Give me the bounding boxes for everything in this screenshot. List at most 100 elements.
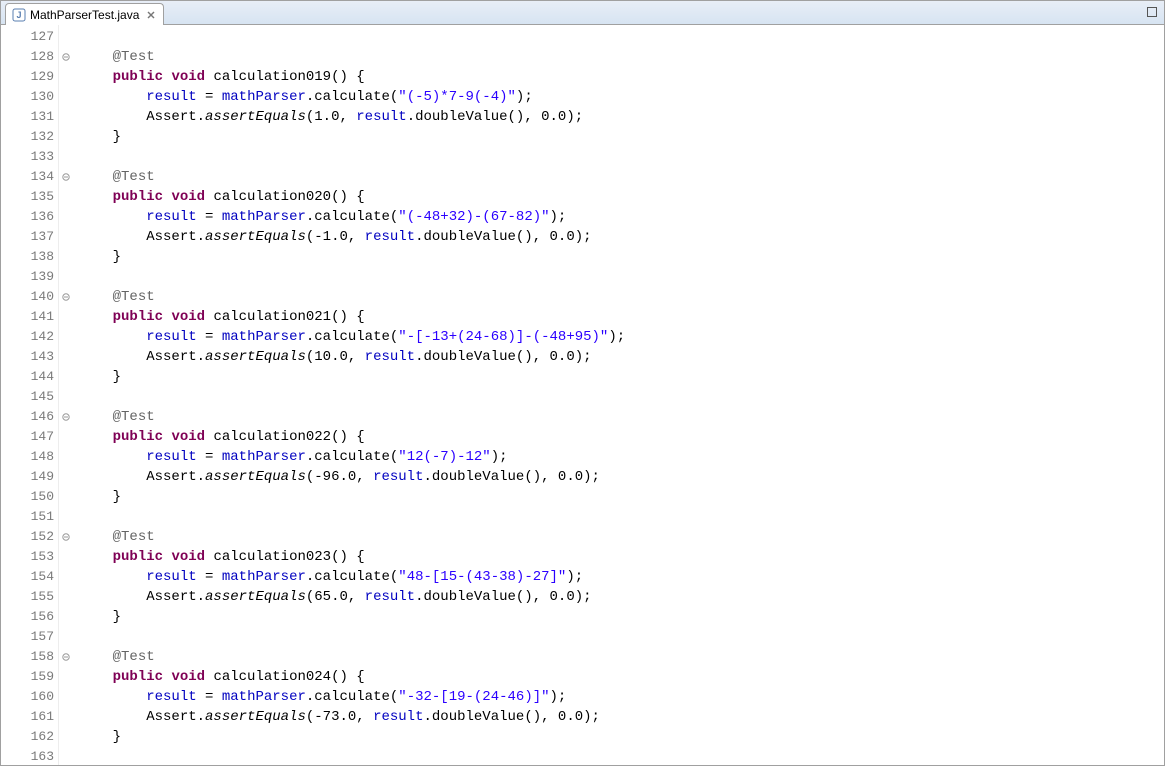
text-token xyxy=(79,169,113,185)
string-token: "48-[15-(43-38)-27]" xyxy=(398,569,566,585)
line-number: 135 xyxy=(1,187,58,207)
code-line[interactable]: result = mathParser.calculate("(-48+32)-… xyxy=(79,207,1164,227)
annotation-token: @Test xyxy=(113,169,155,185)
code-line[interactable]: @Test xyxy=(79,527,1164,547)
maximize-icon[interactable] xyxy=(1144,4,1160,20)
keyword-token: public xyxy=(113,429,163,445)
code-area[interactable]: @Test public void calculation019() { res… xyxy=(73,25,1164,765)
text-token: } xyxy=(79,369,121,385)
code-line[interactable]: } xyxy=(79,487,1164,507)
field-token: result xyxy=(373,469,423,485)
line-number: 151 xyxy=(1,507,58,527)
keyword-token: public xyxy=(113,309,163,325)
code-line[interactable]: public void calculation021() { xyxy=(79,307,1164,327)
text-token: calculation023() { xyxy=(213,549,364,565)
text-token: .doubleValue(), 0.0); xyxy=(415,589,591,605)
fold-spacer xyxy=(59,187,73,207)
fold-toggle-icon[interactable] xyxy=(59,47,73,67)
fold-spacer xyxy=(59,227,73,247)
text-token xyxy=(79,49,113,65)
fold-spacer xyxy=(59,67,73,87)
fold-spacer xyxy=(59,487,73,507)
editor-tab[interactable]: J MathParserTest.java xyxy=(5,3,164,25)
text-token: calculation021() { xyxy=(213,309,364,325)
text-token: .doubleValue(), 0.0); xyxy=(424,469,600,485)
code-line[interactable]: } xyxy=(79,607,1164,627)
fold-spacer xyxy=(59,147,73,167)
text-token: } xyxy=(79,489,121,505)
code-line[interactable]: result = mathParser.calculate("48-[15-(4… xyxy=(79,567,1164,587)
text-token xyxy=(79,189,113,205)
code-line[interactable]: public void calculation024() { xyxy=(79,667,1164,687)
text-token: .calculate( xyxy=(306,329,398,345)
annotation-token: @Test xyxy=(113,529,155,545)
text-token: calculation022() { xyxy=(213,429,364,445)
text-token: .doubleValue(), 0.0); xyxy=(407,109,583,125)
code-line[interactable] xyxy=(79,627,1164,647)
text-token: ); xyxy=(550,689,567,705)
line-number: 160 xyxy=(1,687,58,707)
code-line[interactable]: public void calculation020() { xyxy=(79,187,1164,207)
code-line[interactable]: public void calculation023() { xyxy=(79,547,1164,567)
text-token: .calculate( xyxy=(306,569,398,585)
code-line[interactable]: public void calculation019() { xyxy=(79,67,1164,87)
field-token: result xyxy=(146,569,196,585)
close-icon[interactable] xyxy=(145,9,157,21)
code-line[interactable]: result = mathParser.calculate("(-5)*7-9(… xyxy=(79,87,1164,107)
line-number: 136 xyxy=(1,207,58,227)
line-number: 146 xyxy=(1,407,58,427)
fold-toggle-icon[interactable] xyxy=(59,527,73,547)
code-line[interactable]: @Test xyxy=(79,647,1164,667)
code-line[interactable]: result = mathParser.calculate("-[-13+(24… xyxy=(79,327,1164,347)
code-line[interactable]: Assert.assertEquals(10.0, result.doubleV… xyxy=(79,347,1164,367)
fold-toggle-icon[interactable] xyxy=(59,167,73,187)
code-line[interactable] xyxy=(79,147,1164,167)
code-line[interactable]: } xyxy=(79,247,1164,267)
code-line[interactable]: Assert.assertEquals(-73.0, result.double… xyxy=(79,707,1164,727)
fold-toggle-icon[interactable] xyxy=(59,287,73,307)
text-token xyxy=(79,709,146,725)
code-line[interactable]: } xyxy=(79,367,1164,387)
tab-bar: J MathParserTest.java xyxy=(1,1,1164,25)
static-method-token: assertEquals xyxy=(205,109,306,125)
code-line[interactable]: result = mathParser.calculate("12(-7)-12… xyxy=(79,447,1164,467)
code-line[interactable]: @Test xyxy=(79,47,1164,67)
keyword-token: void xyxy=(171,309,205,325)
text-token: = xyxy=(197,329,222,345)
code-line[interactable]: Assert.assertEquals(65.0, result.doubleV… xyxy=(79,587,1164,607)
code-line[interactable]: Assert.assertEquals(1.0, result.doubleVa… xyxy=(79,107,1164,127)
code-line[interactable] xyxy=(79,27,1164,47)
code-line[interactable] xyxy=(79,507,1164,527)
code-line[interactable]: Assert.assertEquals(-1.0, result.doubleV… xyxy=(79,227,1164,247)
code-line[interactable]: } xyxy=(79,727,1164,747)
code-line[interactable]: } xyxy=(79,127,1164,147)
string-token: "(-5)*7-9(-4)" xyxy=(398,89,516,105)
code-line[interactable]: public void calculation022() { xyxy=(79,427,1164,447)
text-token: } xyxy=(79,129,121,145)
annotation-token: @Test xyxy=(113,289,155,305)
code-line[interactable]: @Test xyxy=(79,287,1164,307)
text-token: .calculate( xyxy=(306,449,398,465)
field-token: result xyxy=(356,109,406,125)
fold-spacer xyxy=(59,687,73,707)
code-line[interactable]: @Test xyxy=(79,167,1164,187)
tab-bar-controls xyxy=(1144,4,1160,20)
text-token xyxy=(79,89,146,105)
code-line[interactable] xyxy=(79,387,1164,407)
annotation-token: @Test xyxy=(113,49,155,65)
code-line[interactable]: Assert.assertEquals(-96.0, result.double… xyxy=(79,467,1164,487)
field-token: mathParser xyxy=(222,329,306,345)
fold-toggle-icon[interactable] xyxy=(59,407,73,427)
text-token: calculation020() { xyxy=(213,189,364,205)
code-editor[interactable]: 1271281291301311321331341351361371381391… xyxy=(1,25,1164,765)
fold-spacer xyxy=(59,367,73,387)
fold-toggle-icon[interactable] xyxy=(59,647,73,667)
code-line[interactable]: result = mathParser.calculate("-32-[19-(… xyxy=(79,687,1164,707)
code-line[interactable] xyxy=(79,747,1164,765)
text-token: = xyxy=(197,449,222,465)
code-line[interactable] xyxy=(79,267,1164,287)
line-number: 129 xyxy=(1,67,58,87)
code-line[interactable]: @Test xyxy=(79,407,1164,427)
line-number: 145 xyxy=(1,387,58,407)
text-token: (65.0, xyxy=(306,589,365,605)
